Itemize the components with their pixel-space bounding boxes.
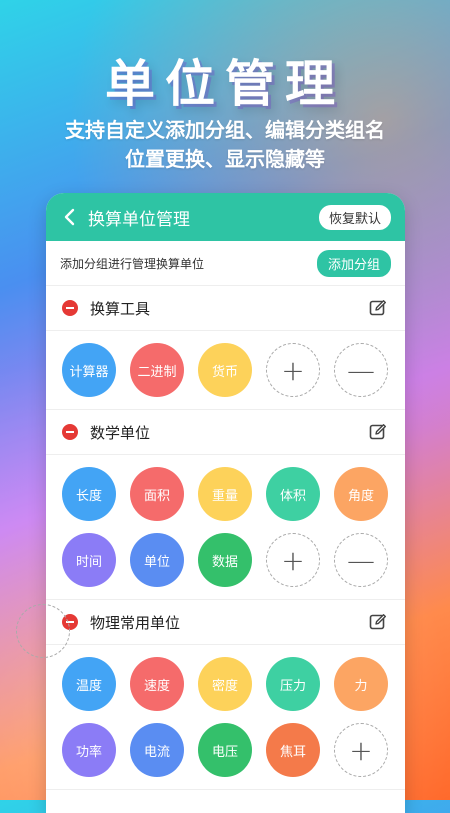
unit-chip-grid: 温度 速度 密度 压力力功率 电流 电压 焦耳 + <box>46 645 405 790</box>
unit-chip[interactable]: 电压 <box>198 723 252 777</box>
add-unit-button[interactable]: + <box>334 723 388 777</box>
unit-chip-grid: 计算器 二进制 货币 + — <box>46 331 405 410</box>
unit-chip[interactable]: 焦耳 <box>266 723 320 777</box>
unit-chip[interactable]: 计算器 <box>62 343 116 397</box>
add-unit-button[interactable]: + <box>266 343 320 397</box>
delete-group-icon[interactable] <box>62 300 78 316</box>
edit-icon[interactable] <box>369 613 387 631</box>
group-title: 物理常用单位 <box>90 613 181 632</box>
group-title: 数学单位 <box>90 423 151 442</box>
group-title: 换算工具 <box>90 299 151 318</box>
delete-group-icon[interactable] <box>62 424 78 440</box>
unit-chip[interactable]: 重量 <box>198 467 252 521</box>
unit-chip[interactable]: 长度 <box>62 467 116 521</box>
reset-default-button[interactable]: 恢复默认 <box>318 205 391 230</box>
unit-chip[interactable]: 单位 <box>130 533 184 587</box>
group-list: 换算工具计算器 二进制 货币 + — 数学单位长度 面积 重量 体积 角度时间 单位 数据 + — 物理常用… <box>46 286 405 790</box>
remove-unit-button[interactable]: — <box>334 533 388 587</box>
remove-unit-button[interactable]: — <box>334 343 388 397</box>
group-header: 数学单位 <box>46 410 405 455</box>
back-arrow-icon[interactable] <box>60 207 80 227</box>
unit-chip-grid: 长度 面积 重量 体积 角度时间 单位 数据 + — <box>46 455 405 600</box>
unit-chip[interactable]: 货币 <box>198 343 252 397</box>
phone-screen: 换算单位管理 恢复默认 添加分组进行管理换算单位 添加分组 换算工具计算器 二进制… <box>46 193 405 813</box>
unit-chip[interactable]: 功率 <box>62 723 116 777</box>
unit-chip[interactable]: 体积 <box>266 467 320 521</box>
unit-chip[interactable]: 密度 <box>198 657 252 711</box>
unit-chip[interactable]: 温度 <box>62 657 116 711</box>
remove-unit-button-partial[interactable] <box>16 604 70 658</box>
add-group-hint: 添加分组进行管理换算单位 <box>60 256 205 271</box>
add-group-bar: 添加分组进行管理换算单位 添加分组 <box>46 241 405 286</box>
add-group-button[interactable]: 添加分组 <box>316 249 391 277</box>
unit-chip[interactable]: 时间 <box>62 533 116 587</box>
hero-title: 单位管理 <box>105 55 345 113</box>
edit-icon[interactable] <box>369 423 387 441</box>
unit-chip[interactable]: 二进制 <box>130 343 184 397</box>
unit-chip[interactable]: 面积 <box>130 467 184 521</box>
add-unit-button[interactable]: + <box>266 533 320 587</box>
unit-chip[interactable]: 力 <box>334 657 388 711</box>
unit-chip[interactable]: 电流 <box>130 723 184 777</box>
app-title: 换算单位管理 <box>88 209 190 230</box>
unit-chip[interactable]: 数据 <box>198 533 252 587</box>
hero-subtitle-line2: 位置更换、显示隐藏等 <box>125 147 325 171</box>
unit-chip[interactable]: 角度 <box>334 467 388 521</box>
hero-subtitle-line1: 支持自定义添加分组、编辑分类组名 <box>65 118 385 142</box>
group-header: 换算工具 <box>46 286 405 331</box>
unit-chip[interactable]: 速度 <box>130 657 184 711</box>
app-bar: 换算单位管理 恢复默认 <box>46 193 405 241</box>
edit-icon[interactable] <box>369 299 387 317</box>
hero-subtitle: 支持自定义添加分组、编辑分类组名 位置更换、显示隐藏等 <box>0 116 450 174</box>
unit-chip[interactable]: 压力 <box>266 657 320 711</box>
group-header: 物理常用单位 <box>46 600 405 645</box>
